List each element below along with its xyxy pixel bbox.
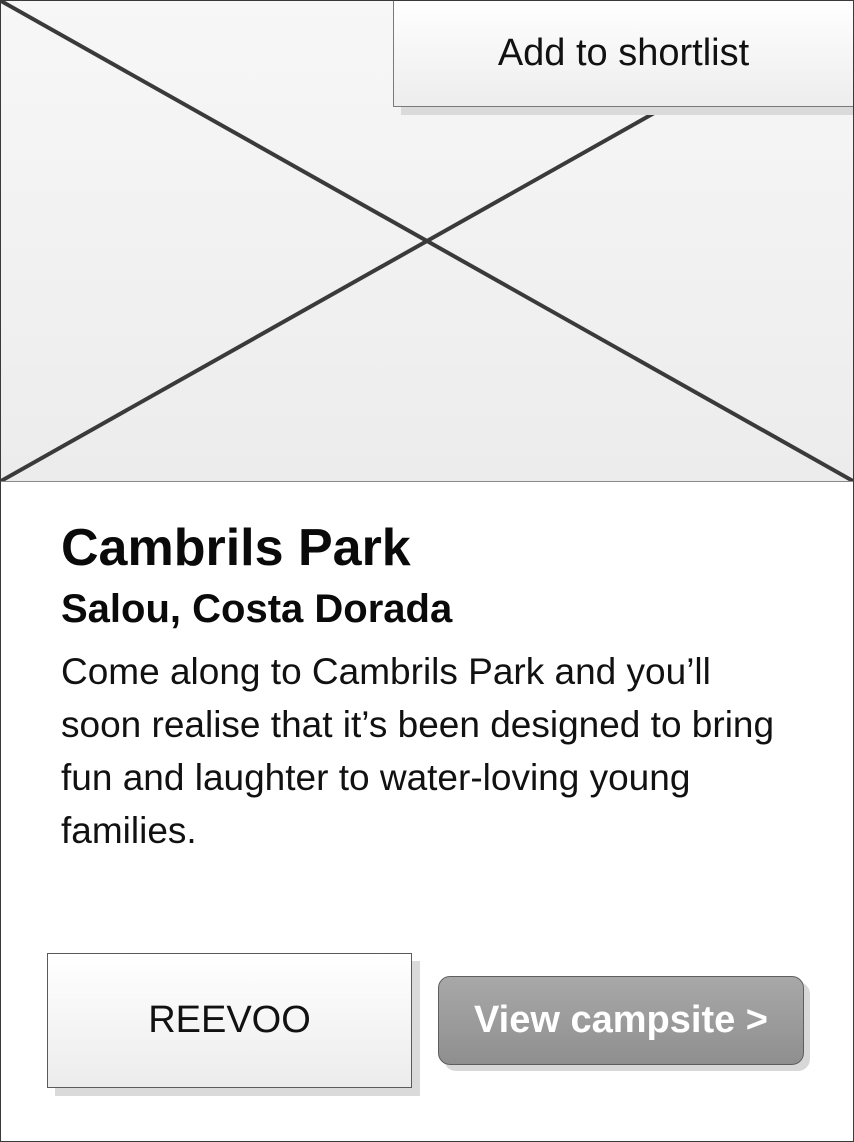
add-to-shortlist-button[interactable]: Add to shortlist bbox=[393, 1, 853, 107]
reevoo-button[interactable]: REEVOO bbox=[47, 953, 412, 1088]
campsite-title: Cambrils Park bbox=[61, 519, 411, 577]
campsite-card: Add to shortlist Cambrils Park Salou, Co… bbox=[0, 0, 854, 1142]
campsite-info: Cambrils Park Salou, Costa Dorada Come a… bbox=[61, 517, 801, 857]
campsite-location: Salou, Costa Dorada bbox=[61, 587, 453, 632]
view-campsite-button[interactable]: View campsite > bbox=[438, 976, 804, 1065]
campsite-description: Come along to Cambrils Park and you’ll s… bbox=[61, 651, 775, 852]
